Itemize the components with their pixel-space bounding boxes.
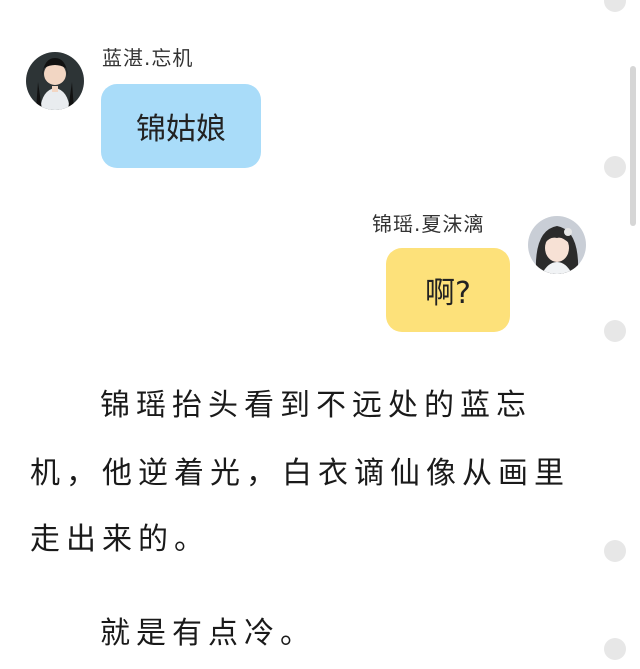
decoration-dot	[604, 156, 626, 178]
story-line-4: 就是有点冷。	[100, 616, 316, 651]
message-text-right: 啊?	[425, 276, 471, 311]
message-bubble-right[interactable]: 啊?	[386, 248, 510, 332]
avatar-lanzhan[interactable]	[26, 52, 84, 110]
decoration-dot	[604, 0, 626, 12]
story-line-3: 走出来的。	[30, 522, 210, 557]
avatar-jinyao[interactable]	[528, 216, 586, 274]
scrollbar[interactable]	[630, 66, 636, 226]
story-line-1: 锦瑶抬头看到不远处的蓝忘	[100, 388, 532, 423]
male-character-avatar-icon	[26, 52, 84, 110]
story-line-2: 机，他逆着光，白衣谪仙像从画里	[30, 456, 570, 491]
message-bubble-left[interactable]: 锦姑娘	[101, 84, 261, 168]
message-text-left: 锦姑娘	[136, 112, 226, 147]
decoration-dot	[604, 320, 626, 342]
decoration-dot	[604, 540, 626, 562]
sender-name-right: 锦瑶.夏沫漓	[372, 212, 485, 236]
sender-name-left: 蓝湛.忘机	[102, 46, 194, 70]
female-character-avatar-icon	[528, 216, 586, 274]
decoration-dot	[604, 638, 626, 660]
chat-story-page: 蓝湛.忘机 锦姑娘 锦瑶.夏沫漓 啊? 锦瑶抬头看到不远处的蓝忘 机，他逆着光，…	[0, 0, 640, 669]
